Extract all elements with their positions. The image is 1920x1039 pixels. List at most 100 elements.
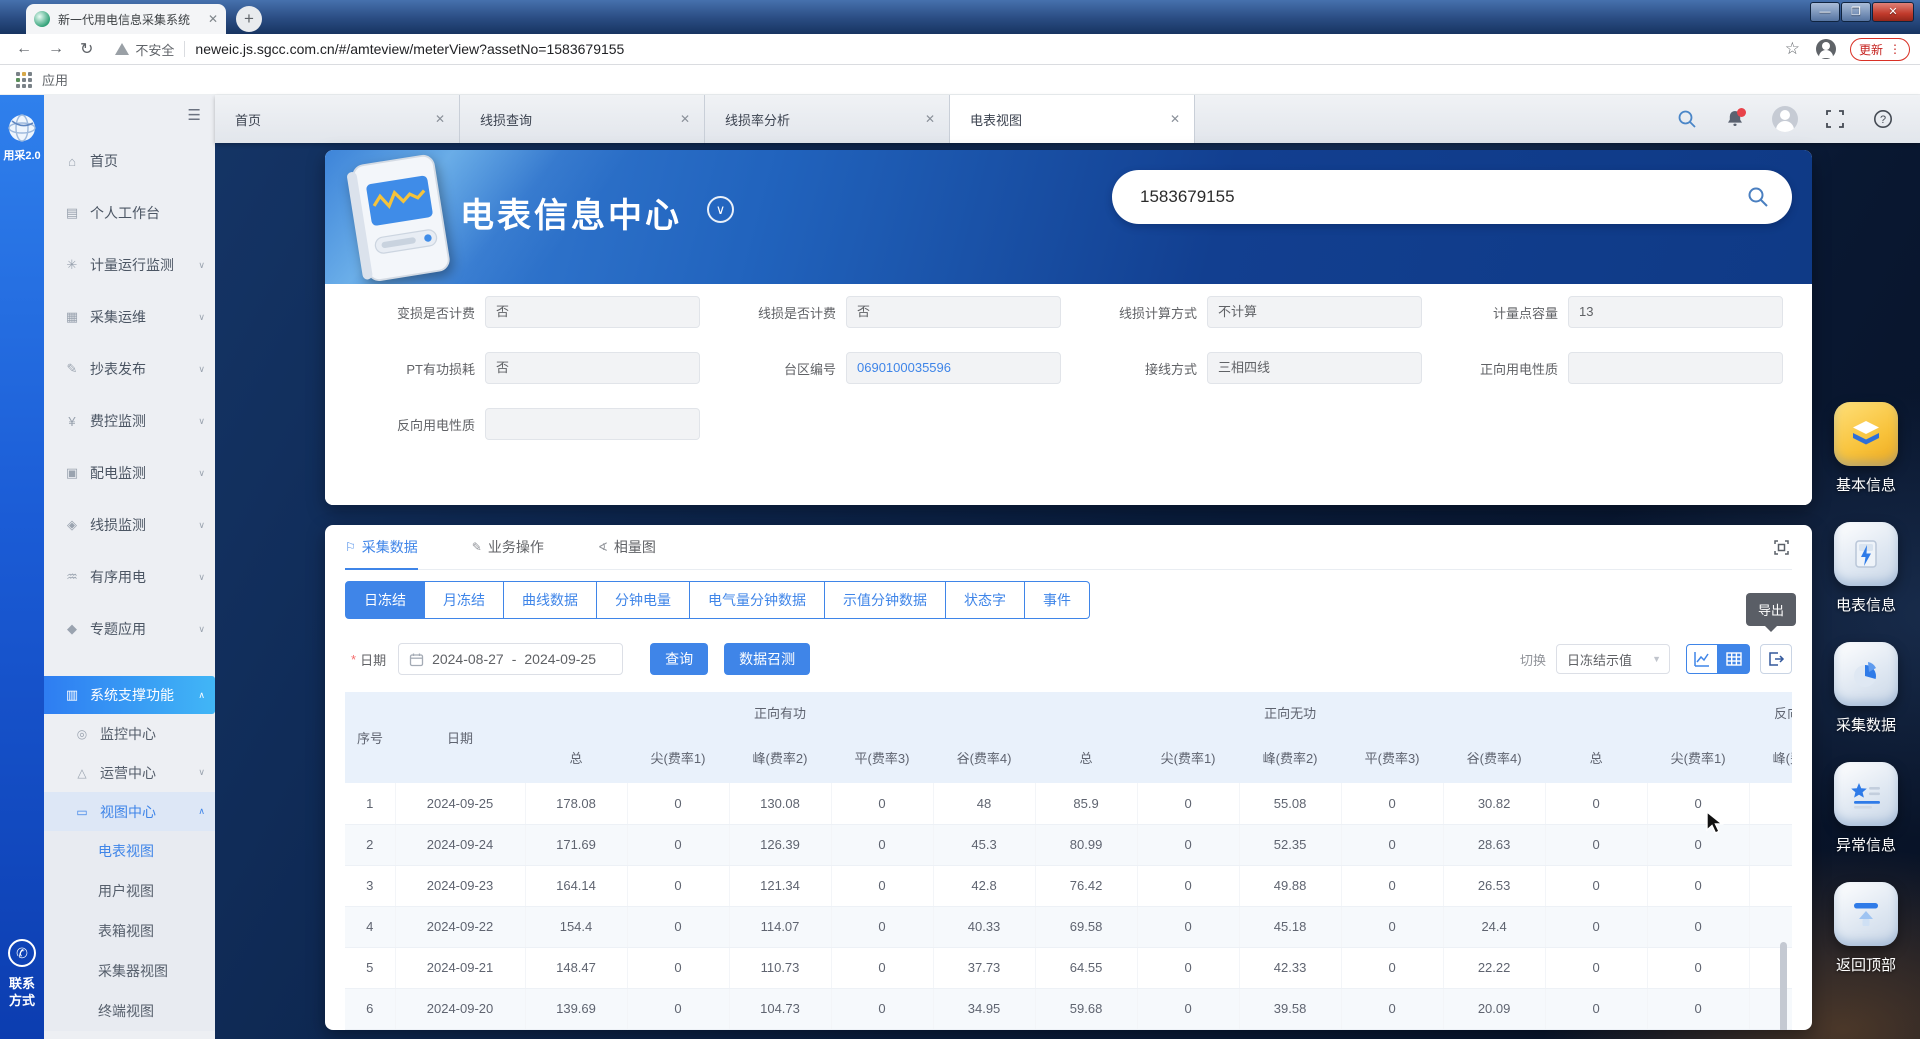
sidebar-item-监控中心[interactable]: ◎监控中心 xyxy=(44,714,215,753)
rail-item-异常信息[interactable]: 异常信息 xyxy=(1826,762,1906,855)
sidebar-item-表箱视图[interactable]: 表箱视图 xyxy=(44,911,215,951)
date-range-picker[interactable]: 2024-08-27 - 2024-09-25 xyxy=(398,643,623,675)
close-icon[interactable]: ✕ xyxy=(435,112,445,126)
sidebar-item-抄表发布[interactable]: ✎抄表发布∨ xyxy=(44,343,215,395)
data-tab-示值分钟数据[interactable]: 示值分钟数据 xyxy=(825,581,946,619)
browser-menu-icon[interactable]: ⋮ xyxy=(1889,42,1901,56)
field-value-反向用电性质[interactable] xyxy=(485,408,700,440)
page-tab-线损查询[interactable]: 线损查询✕ xyxy=(460,95,705,143)
field-value-线损计算方式[interactable]: 不计算 xyxy=(1207,296,1422,328)
data-recall-button[interactable]: 数据召测 xyxy=(724,643,810,675)
sidebar-item-个人工作台[interactable]: ▤个人工作台 xyxy=(44,187,215,239)
rail-item-返回顶部[interactable]: 返回顶部 xyxy=(1826,882,1906,975)
page-tab-电表视图[interactable]: 电表视图✕ xyxy=(950,95,1195,143)
window-restore-button[interactable]: ❐ xyxy=(1841,2,1871,22)
sidebar-item-终端视图[interactable]: 终端视图 xyxy=(44,991,215,1031)
sidebar-item-有序用电[interactable]: ♒有序用电∨ xyxy=(44,551,215,603)
browser-update-button[interactable]: 更新 ⋮ xyxy=(1850,38,1910,61)
table-row[interactable]: 52024-09-21148.470110.73037.7364.55042.3… xyxy=(345,947,1792,988)
apps-grid-icon[interactable] xyxy=(16,72,32,88)
table-row[interactable]: 12024-09-25178.080130.0804885.9055.08030… xyxy=(345,783,1792,824)
sidebar-item-视图中心[interactable]: ▭视图中心∧ xyxy=(44,792,215,831)
panel-expand-icon[interactable] xyxy=(1773,539,1790,556)
new-tab-button[interactable]: + xyxy=(236,6,262,32)
field-label: 接线方式 xyxy=(1067,359,1197,378)
help-icon[interactable]: ? xyxy=(1872,108,1894,130)
user-avatar[interactable] xyxy=(1772,106,1798,132)
close-icon[interactable]: ✕ xyxy=(925,112,935,126)
section-tab-label: 相量图 xyxy=(614,537,656,557)
field-value-接线方式[interactable]: 三相四线 xyxy=(1207,352,1422,384)
sidebar-item-费控监测[interactable]: ¥费控监测∨ xyxy=(44,395,215,447)
window-minimize-button[interactable]: — xyxy=(1810,2,1840,22)
search-submit-icon[interactable] xyxy=(1746,185,1770,209)
field-value-线损是否计费[interactable]: 否 xyxy=(846,296,1061,328)
search-icon[interactable] xyxy=(1676,108,1698,130)
title-chevron-down-icon[interactable]: ∨ xyxy=(707,196,734,223)
field-value-变损是否计费[interactable]: 否 xyxy=(485,296,700,328)
rail-item-基本信息[interactable]: 基本信息 xyxy=(1826,402,1906,495)
sidebar-item-线损监测[interactable]: ◈线损监测∨ xyxy=(44,499,215,551)
tab-业务操作[interactable]: ✎业务操作 xyxy=(472,525,544,569)
sidebar-item-配电监测[interactable]: ▣配电监测∨ xyxy=(44,447,215,499)
sidebar-item-用户视图[interactable]: 用户视图 xyxy=(44,871,215,911)
fullscreen-icon[interactable] xyxy=(1824,108,1846,130)
page-tabstrip: 首页✕线损查询✕线损率分析✕电表视图✕ xyxy=(215,95,1920,143)
bookmark-star-icon[interactable]: ☆ xyxy=(1785,39,1800,59)
table-row[interactable]: 32024-09-23164.140121.34042.876.42049.88… xyxy=(345,865,1792,906)
table-row[interactable]: 62024-09-20139.690104.73034.9559.68039.5… xyxy=(345,988,1792,1029)
data-tab-月冻结[interactable]: 月冻结 xyxy=(425,581,504,619)
apps-label[interactable]: 应用 xyxy=(42,70,68,89)
sidebar-item-专题应用[interactable]: ◆专题应用∨ xyxy=(44,603,215,655)
data-tab-分钟电量[interactable]: 分钟电量 xyxy=(597,581,690,619)
contact-button[interactable]: ✆ 联系 方式 xyxy=(0,939,44,1009)
export-button[interactable] xyxy=(1760,644,1792,674)
browser-tab[interactable]: 新一代用电信息采集系统 ✕ xyxy=(26,4,226,34)
asset-search-input[interactable] xyxy=(1140,187,1746,207)
close-icon[interactable]: ✕ xyxy=(680,112,690,126)
data-tab-事件[interactable]: 事件 xyxy=(1025,581,1090,619)
sidebar-item-计量运行监测[interactable]: ✳计量运行监测∨ xyxy=(44,239,215,291)
page-tab-首页[interactable]: 首页✕ xyxy=(215,95,460,143)
url-text[interactable]: neweic.js.sgcc.com.cn/#/amteview/meterVi… xyxy=(195,41,624,57)
sidebar-item-首页[interactable]: ⌂首页 xyxy=(44,135,215,187)
chart-view-button[interactable] xyxy=(1686,644,1718,674)
notification-bell-icon[interactable] xyxy=(1724,108,1746,130)
rail-item-采集数据[interactable]: 采集数据 xyxy=(1826,642,1906,735)
field-value-计量点容量[interactable]: 13 xyxy=(1568,296,1783,328)
rail-item-label: 电表信息 xyxy=(1826,594,1906,615)
sidebar-item-系统支撑功能[interactable]: ▥系统支撑功能∧ xyxy=(44,676,215,714)
field-value-正向用电性质[interactable] xyxy=(1568,352,1783,384)
sidebar-collapse-icon[interactable]: ☰ xyxy=(188,106,201,124)
page-tab-线损率分析[interactable]: 线损率分析✕ xyxy=(705,95,950,143)
sidebar-item-电表视图[interactable]: 电表视图 xyxy=(44,831,215,871)
reload-icon[interactable]: ↻ xyxy=(80,39,93,59)
table-view-button[interactable] xyxy=(1718,644,1750,674)
window-close-button[interactable]: ✕ xyxy=(1872,2,1914,22)
back-icon[interactable]: ← xyxy=(16,40,32,58)
display-mode-select[interactable]: 日冻结示值 ▼ xyxy=(1556,644,1670,674)
forward-icon[interactable]: → xyxy=(48,40,64,58)
tab-采集数据[interactable]: ⚐采集数据 xyxy=(345,525,418,569)
tab-相量图[interactable]: ∢相量图 xyxy=(598,525,656,569)
browser-profile-icon[interactable] xyxy=(1816,39,1836,59)
data-tab-日冻结[interactable]: 日冻结 xyxy=(345,581,425,619)
phone-icon: ✆ xyxy=(8,939,36,967)
sidebar-item-采集器视图[interactable]: 采集器视图 xyxy=(44,951,215,991)
field-value-PT有功损耗[interactable]: 否 xyxy=(485,352,700,384)
sidebar-item-运营中心[interactable]: △运营中心∨ xyxy=(44,753,215,792)
browser-tab-close-icon[interactable]: ✕ xyxy=(208,12,218,26)
table-row[interactable]: 42024-09-22154.40114.07040.3369.58045.18… xyxy=(345,906,1792,947)
rail-item-电表信息[interactable]: 电表信息 xyxy=(1826,522,1906,615)
data-tab-曲线数据[interactable]: 曲线数据 xyxy=(504,581,597,619)
sidebar-item-采集运维[interactable]: ▦采集运维∨ xyxy=(44,291,215,343)
security-chip[interactable]: 不安全 xyxy=(115,40,195,59)
field-value-台区编号[interactable]: 0690100035596 xyxy=(846,352,1061,384)
table-scrollbar[interactable] xyxy=(1780,942,1787,1030)
cell-value: 0 xyxy=(627,947,729,988)
query-button[interactable]: 查询 xyxy=(650,643,708,675)
close-icon[interactable]: ✕ xyxy=(1170,112,1180,126)
data-tab-状态字[interactable]: 状态字 xyxy=(946,581,1025,619)
data-tab-电气量分钟数据[interactable]: 电气量分钟数据 xyxy=(690,581,825,619)
table-row[interactable]: 22024-09-24171.690126.39045.380.99052.35… xyxy=(345,824,1792,865)
